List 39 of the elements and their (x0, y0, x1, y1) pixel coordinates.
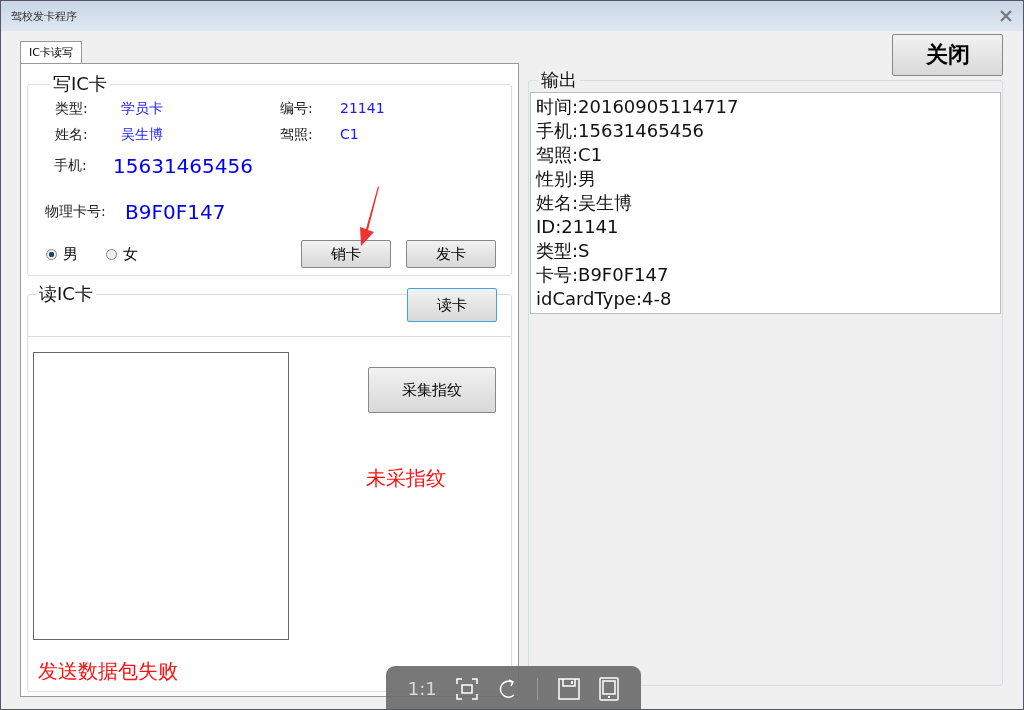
group-title: 输出 (540, 68, 578, 92)
action-button[interactable]: 发卡 (406, 240, 496, 268)
output-line: 手机:15631465456 (536, 119, 706, 143)
field-label: 物理卡号: (45, 203, 107, 221)
field-value: 吴生博 (121, 126, 164, 144)
close-icon[interactable] (999, 9, 1013, 23)
radio-button[interactable]: 女 (106, 244, 138, 264)
output-line: idCardType:4-8 (536, 287, 673, 311)
status-text: 未采指纹 (366, 465, 447, 492)
read-card-button[interactable]: 读卡 (407, 288, 497, 322)
output-line: 姓名:吴生博 (536, 191, 634, 215)
output-line: 卡号:B9F0F147 (536, 263, 670, 287)
output-line: ID:21141 (536, 215, 620, 239)
output-line: 驾照:C1 (536, 143, 604, 167)
action-button[interactable]: 销卡 (301, 240, 391, 268)
save-icon[interactable] (557, 677, 580, 700)
output-line: 类型:S (536, 239, 591, 263)
field-value: 学员卡 (121, 100, 164, 118)
group-title: 写IC卡 (52, 72, 108, 96)
output-line: 时间:20160905114717 (536, 95, 740, 119)
field-label: 编号: (280, 100, 314, 118)
error-message: 发送数据包失败 (38, 658, 178, 685)
field-label: 类型: (55, 100, 89, 118)
field-label: 姓名: (55, 126, 89, 144)
field-value: C1 (340, 126, 360, 144)
output-line: 性别:男 (536, 167, 598, 191)
close-button[interactable]: 关闭 (892, 34, 1003, 76)
field-value: 15631465456 (113, 154, 253, 178)
field-value: 21141 (340, 100, 386, 118)
window-title: 驾校发卡程序 (11, 8, 77, 24)
tablet-icon[interactable] (599, 676, 620, 701)
capture-button[interactable]: 采集指纹 (368, 367, 496, 413)
tab[interactable]: IC卡读写 (20, 41, 82, 63)
fit-icon[interactable] (456, 677, 479, 700)
radio-button[interactable]: 男 (46, 244, 78, 264)
group-title: 读IC卡 (38, 282, 94, 306)
field-label: 驾照: (280, 126, 314, 144)
field-value: B9F0F147 (125, 200, 226, 224)
field-label: 手机: (54, 157, 88, 175)
